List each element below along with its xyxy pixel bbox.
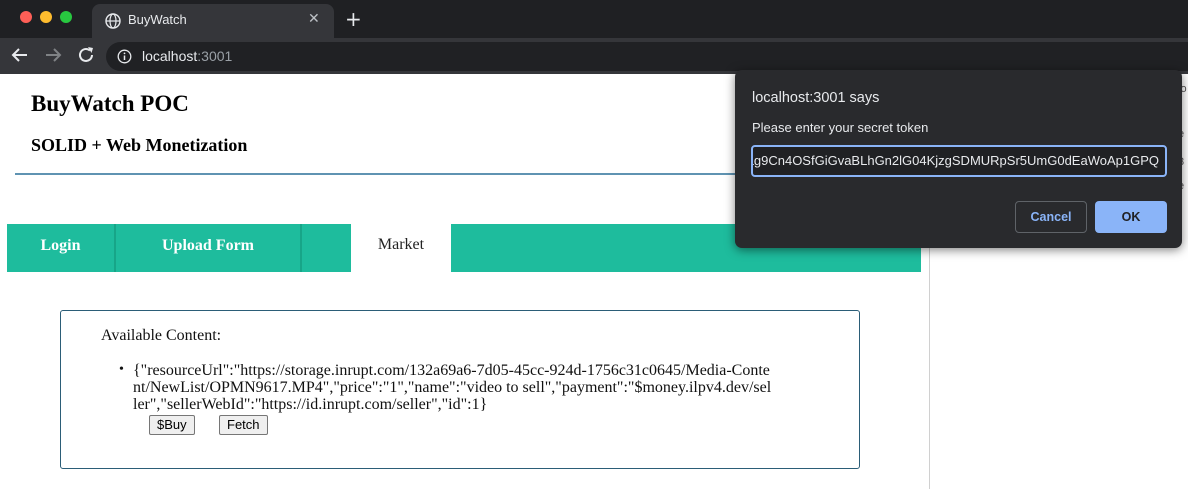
nav-login[interactable]: Login [7, 224, 114, 272]
address-bar[interactable]: localhost:3001 [106, 42, 1188, 71]
nav-market[interactable]: Market [351, 224, 451, 272]
nav-upload-form[interactable]: Upload Form [116, 224, 300, 272]
browser-tab-buywatch[interactable]: BuyWatch ✕ [92, 4, 334, 38]
dialog-origin: localhost:3001 says [752, 90, 880, 106]
maximize-window-icon[interactable] [60, 11, 72, 23]
close-tab-icon[interactable]: ✕ [308, 11, 320, 27]
content-item-actions: $Buy Fetch [133, 413, 773, 435]
nav-empty-slot [302, 224, 351, 272]
arrow-left-icon[interactable] [9, 44, 31, 66]
dialog-message: Please enter your secret token [752, 120, 929, 135]
cancel-button[interactable]: Cancel [1015, 201, 1087, 233]
content-item-json: {"resourceUrl":"https://storage.inrupt.c… [133, 362, 772, 413]
browser-tab-title: BuyWatch [128, 12, 187, 27]
browser-toolbar: localhost:3001 [0, 38, 1188, 74]
page-subtitle: SOLID + Web Monetization [31, 135, 248, 155]
info-icon[interactable] [117, 49, 132, 64]
buy-button[interactable]: $Buy [149, 415, 195, 435]
secret-token-value: 'Zag9Cn4OSfGiGvaBLhGn2lG04KjzgSDMURpSr5U… [751, 153, 1159, 168]
ok-button[interactable]: OK [1095, 201, 1167, 233]
fetch-button[interactable]: Fetch [219, 415, 268, 435]
secret-token-input[interactable]: 'Zag9Cn4OSfGiGvaBLhGn2lG04KjzgSDMURpSr5U… [751, 145, 1167, 177]
list-item: • {"resourceUrl":"https://storage.inrupt… [119, 362, 773, 435]
close-window-icon[interactable] [20, 11, 32, 23]
page-title: BuyWatch POC [31, 91, 189, 116]
header-divider [15, 173, 775, 175]
address-url: localhost:3001 [142, 48, 232, 64]
available-content-panel: Available Content: • {"resourceUrl":"htt… [60, 310, 860, 469]
list-bullet: • [119, 362, 124, 377]
globe-icon [105, 13, 121, 29]
browser-tabstrip: BuyWatch ✕ + [0, 0, 1188, 38]
reload-icon[interactable] [75, 44, 97, 66]
content-list: • {"resourceUrl":"https://storage.inrupt… [119, 362, 773, 435]
prompt-dialog: localhost:3001 says Please enter your se… [735, 70, 1182, 248]
new-tab-button[interactable]: + [345, 7, 362, 31]
url-host: localhost [142, 48, 198, 64]
available-content-heading: Available Content: [101, 327, 222, 344]
url-port: :3001 [197, 48, 233, 64]
arrow-right-icon[interactable] [42, 44, 64, 66]
minimize-window-icon[interactable] [40, 11, 52, 23]
